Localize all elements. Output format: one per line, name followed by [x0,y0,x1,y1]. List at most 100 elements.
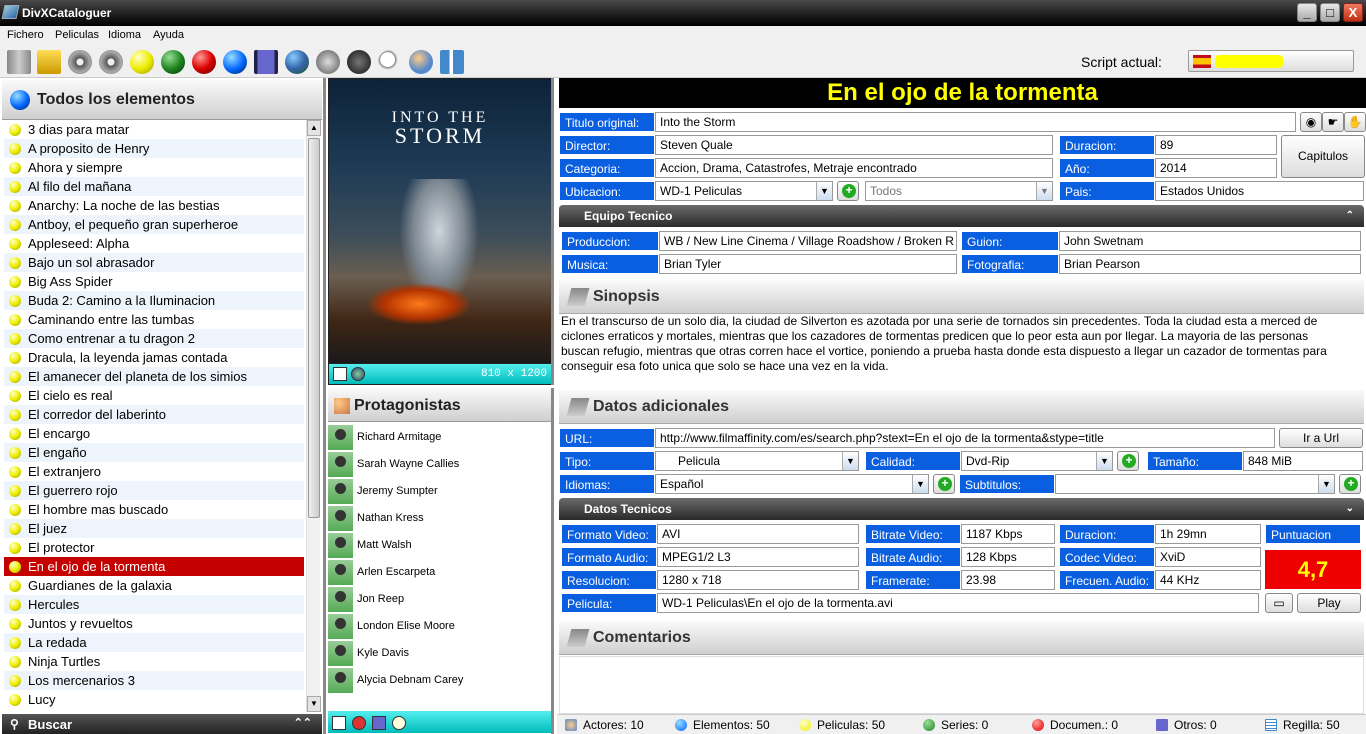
list-item[interactable]: Como entrenar a tu dragon 2 [4,329,304,348]
list-item[interactable]: En el ojo de la tormenta [4,557,304,576]
list-item[interactable]: Anarchy: La noche de las bestias [4,196,304,215]
menu-ayuda[interactable]: Ayuda [153,29,184,41]
chevron-down-icon[interactable]: ▼ [816,182,832,200]
audio-freq-field[interactable]: 44 KHz [1155,570,1261,590]
actor-row[interactable]: Arlen Escarpeta [328,559,551,586]
binoculars-icon[interactable] [347,50,371,74]
minimize-button[interactable]: _ [1297,3,1317,22]
edit-icon[interactable] [333,367,347,381]
resolution-field[interactable]: 1280 x 718 [657,570,859,590]
pointer-icon[interactable]: ☛ [1322,112,1344,132]
scroll-thumb[interactable] [308,138,320,518]
director-field[interactable]: Steven Quale [655,135,1053,155]
list-item[interactable]: El corredor del laberinto [4,405,304,424]
all-filter-icon[interactable] [223,50,247,74]
quality-select[interactable]: Dvd-Rip ▼ [961,451,1113,471]
chevron-down-icon[interactable]: ▼ [912,475,928,493]
file-path-field[interactable]: WD-1 Peliculas\En el ojo de la tormenta.… [657,593,1259,613]
actor-row[interactable]: Matt Walsh [328,532,551,559]
chevron-down-icon[interactable]: ▼ [1096,452,1112,470]
remove-film-reel-icon[interactable] [99,50,123,74]
scroll-up-icon[interactable]: ▲ [307,120,321,136]
remove-actor-icon[interactable] [352,716,366,730]
script-select[interactable] [1188,50,1354,72]
photo-field[interactable]: Brian Pearson [1059,254,1361,274]
crew-section-header[interactable]: Equipo Tecnico ⌃ [559,205,1364,227]
open-folder-button[interactable]: ▭ [1265,593,1293,613]
maximize-button[interactable]: □ [1320,3,1340,22]
others-filter-icon[interactable] [254,50,278,74]
list-item[interactable]: Juntos y revueltos [4,614,304,633]
list-item[interactable]: Hercules [4,595,304,614]
menu-peliculas[interactable]: Peliculas [55,29,99,41]
hand-icon[interactable]: ✋ [1344,112,1366,132]
add-quality-button[interactable] [1117,451,1139,471]
add-subtitle-button[interactable] [1339,474,1361,494]
list-item[interactable]: Ahora y siempre [4,158,304,177]
menu-fichero[interactable]: Fichero [7,29,44,41]
url-field[interactable]: http://www.filmaffinity.com/es/search.ph… [655,428,1275,448]
audio-format-field[interactable]: MPEG1/2 L3 [657,547,859,567]
actor-row[interactable]: London Elise Moore [328,613,551,640]
list-item[interactable]: La redada [4,633,304,652]
audio-bitrate-field[interactable]: 128 Kbps [961,547,1055,567]
list-scrollbar[interactable]: ▲ ▼ [306,120,321,712]
subtitles-select[interactable]: ▼ [1055,474,1335,494]
menu-idioma[interactable]: Idioma [108,29,141,41]
comments-field[interactable] [559,656,1364,714]
country-field[interactable]: Estados Unidos [1155,181,1364,201]
list-item[interactable]: El hombre mas buscado [4,500,304,519]
open-folder-icon[interactable] [37,50,61,74]
type-select[interactable]: Pelicula ▼ [655,451,859,471]
actor-row[interactable]: Alycia Debnam Carey [328,667,551,694]
languages-select[interactable]: Español ▼ [655,474,929,494]
list-item[interactable]: Antboy, el pequeño gran superheroe [4,215,304,234]
movies-filter-icon[interactable] [130,50,154,74]
tech-section-header[interactable]: Datos Tecnicos ⌄ [559,498,1364,520]
video-codec-field[interactable]: XviD [1155,547,1261,567]
actor-row[interactable]: Nathan Kress [328,505,551,532]
search-icon[interactable] [378,50,402,74]
duration-field[interactable]: 89 [1155,135,1277,155]
filter-select[interactable]: Todos ▼ [865,181,1053,201]
film-icon[interactable] [372,716,386,730]
list-item[interactable]: Big Ass Spider [4,272,304,291]
scroll-down-icon[interactable]: ▼ [307,696,321,712]
database-icon[interactable] [7,50,31,74]
actor-row[interactable]: Sarah Wayne Callies [328,451,551,478]
category-field[interactable]: Accion, Drama, Catastrofes, Metraje enco… [655,158,1053,178]
list-item[interactable]: A proposito de Henry [4,139,304,158]
list-item[interactable]: Bajo un sol abrasador [4,253,304,272]
actor-row[interactable]: Jeremy Sumpter [328,478,551,505]
list-item[interactable]: Dracula, la leyenda jamas contada [4,348,304,367]
collapse-icon[interactable]: ⌃ [1346,205,1354,227]
globe-download-icon[interactable] [285,50,309,74]
list-item[interactable]: Appleseed: Alpha [4,234,304,253]
compare-icon[interactable] [440,50,464,74]
list-item[interactable]: El juez [4,519,304,538]
play-button[interactable]: Play [1297,593,1361,613]
collapse-icon[interactable]: ⌄ [1346,498,1354,520]
location-select[interactable]: WD-1 Peliculas ▼ [655,181,833,201]
framerate-field[interactable]: 23.98 [961,570,1055,590]
globe-icon[interactable] [351,367,365,381]
edit-actor-icon[interactable] [332,716,346,730]
list-item[interactable]: El extranjero [4,462,304,481]
music-field[interactable]: Brian Tyler [659,254,957,274]
list-item[interactable]: Lucy [4,690,304,709]
chevron-down-icon[interactable]: ▼ [842,452,858,470]
chevron-up-icon[interactable]: ⌃⌃ [294,716,312,729]
video-format-field[interactable]: AVI [657,524,859,544]
list-item[interactable]: Buda 2: Camino a la Iluminacion [4,291,304,310]
list-item[interactable]: Ninja Turtles [4,652,304,671]
users-icon[interactable] [409,50,433,74]
actor-row[interactable]: Kyle Davis [328,640,551,667]
list-item[interactable]: Guardianes de la galaxia [4,576,304,595]
list-item[interactable]: El guerrero rojo [4,481,304,500]
tools-icon[interactable] [316,50,340,74]
original-title-field[interactable]: Into the Storm [655,112,1296,132]
eye-icon[interactable]: ◉ [1300,112,1322,132]
size-field[interactable]: 848 MiB [1243,451,1363,471]
video-bitrate-field[interactable]: 1187 Kbps [961,524,1055,544]
year-field[interactable]: 2014 [1155,158,1277,178]
